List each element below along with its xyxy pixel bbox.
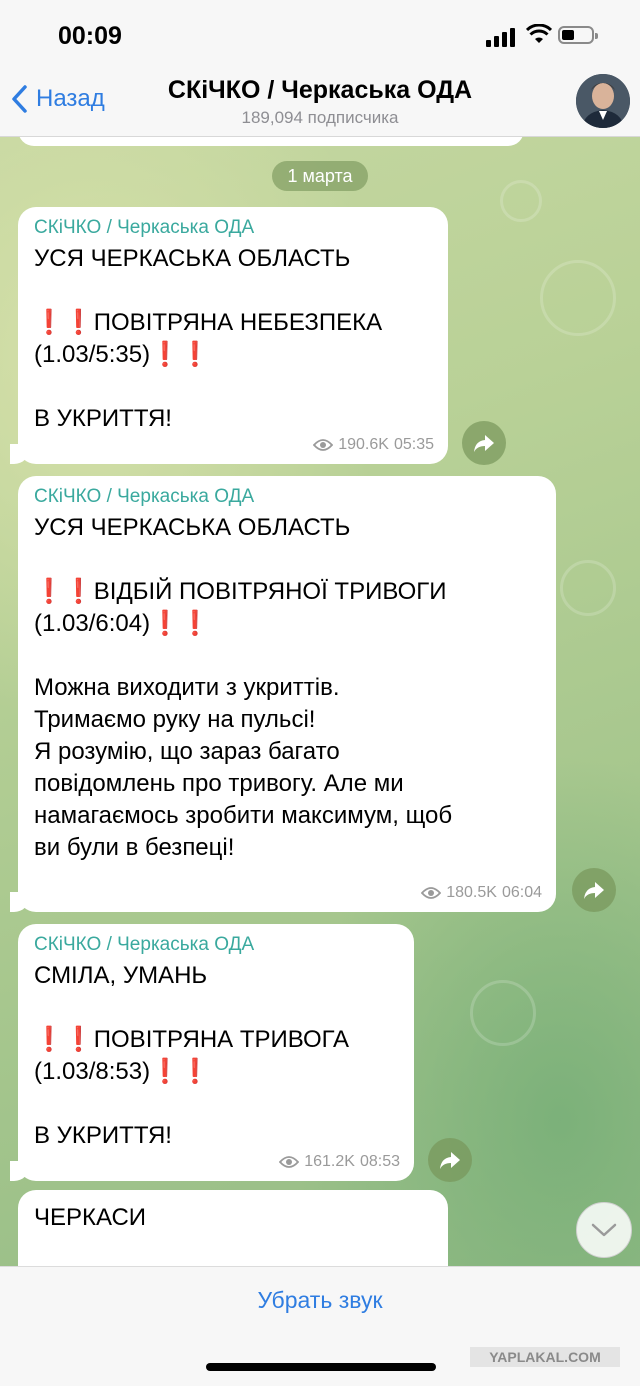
background-doodle: [470, 980, 536, 1046]
message-tail-text: В УКРИТТЯ!: [34, 1122, 172, 1149]
back-chevron-icon: [12, 85, 27, 113]
view-count: 190.6K: [338, 436, 389, 453]
exclamation-emoji: ❗❗: [150, 610, 210, 637]
exclamation-emoji: ❗❗: [34, 578, 94, 605]
message-meta: 190.6K 05:35: [313, 436, 434, 454]
background-doodle: [500, 180, 542, 222]
back-label: Назад: [36, 85, 105, 112]
alert-text: ПОВІТРЯНА ТРИВОГА: [93, 1026, 350, 1053]
nav-bar: Назад СКіЧКО / Черкаська ОДА 189,094 под…: [0, 70, 640, 137]
bubble-tail: [10, 444, 30, 464]
alert-stamp: (1.03/6:04): [34, 610, 151, 637]
alert-text: ВІДБІЙ ПОВІТРЯНОЇ ТРИВОГИ: [93, 578, 447, 605]
message-author[interactable]: СКіЧКО / Черкаська ОДА: [34, 486, 542, 508]
view-count: 180.5K: [446, 884, 497, 901]
eye-icon: [313, 439, 334, 451]
share-button[interactable]: [462, 421, 506, 465]
status-bar: 00:09: [0, 0, 640, 70]
message-bubble[interactable]: СКіЧКО / Черкаська ОДА СМІЛА, УМАНЬ ❗❗ПО…: [10, 924, 414, 1181]
view-count: 161.2K: [304, 1153, 355, 1170]
message-time: 05:35: [393, 436, 434, 453]
battery-icon: [558, 26, 598, 44]
watermark: YAPLAKAL.COM: [470, 1347, 620, 1367]
alert-stamp: (1.03/8:53): [34, 1058, 151, 1085]
message-author[interactable]: СКіЧКО / Черкаська ОДА: [34, 217, 434, 239]
subscriber-count: 189,094 подписчика: [241, 108, 399, 127]
channel-header[interactable]: СКіЧКО / Черкаська ОДА 189,094 подписчик…: [140, 76, 500, 128]
status-time: 00:09: [58, 22, 122, 50]
region-line: УСЯ ЧЕРКАСЬКА ОБЛАСТЬ: [34, 514, 351, 541]
mute-button[interactable]: Убрать звук: [0, 1287, 640, 1314]
date-separator: 1 марта: [272, 161, 368, 191]
bubble-tail: [10, 1161, 30, 1181]
alert-stamp: (1.03/5:35): [34, 341, 151, 368]
home-indicator[interactable]: [206, 1363, 436, 1371]
message-text: УСЯ ЧЕРКАСЬКА ОБЛАСТЬ ❗❗ПОВІТРЯНА НЕБЕЗП…: [34, 243, 434, 435]
exclamation-emoji: ❗❗: [34, 1026, 94, 1053]
message-tail-text: В УКРИТТЯ!: [34, 405, 172, 432]
back-button[interactable]: Назад: [10, 84, 105, 114]
message-bubble[interactable]: СКіЧКО / Черкаська ОДА УСЯ ЧЕРКАСЬКА ОБЛ…: [10, 207, 448, 464]
message-meta: 180.5K 06:04: [421, 884, 542, 902]
message-meta: 161.2K 08:53: [279, 1153, 400, 1171]
wifi-icon: [526, 24, 552, 43]
region-line: СМІЛА, УМАНЬ: [34, 962, 208, 989]
share-button[interactable]: [572, 868, 616, 912]
share-icon: [474, 435, 494, 452]
message-text: УСЯ ЧЕРКАСЬКА ОБЛАСТЬ ❗❗ВІДБІЙ ПОВІТРЯНО…: [34, 512, 542, 864]
message-text: ЧЕРКАСИ: [34, 1204, 147, 1231]
background-doodle: [560, 560, 616, 616]
message-author[interactable]: СКіЧКО / Черкаська ОДА: [34, 934, 400, 956]
share-icon: [440, 1152, 460, 1169]
eye-icon: [279, 1156, 300, 1168]
exclamation-emoji: ❗❗: [150, 341, 210, 368]
message-bubble[interactable]: СКіЧКО / Черкаська ОДА УСЯ ЧЕРКАСЬКА ОБЛ…: [10, 476, 556, 912]
region-line: УСЯ ЧЕРКАСЬКА ОБЛАСТЬ: [34, 245, 351, 272]
exclamation-emoji: ❗❗: [34, 309, 94, 336]
message-tail-text: Можна виходити з укриттів. Тримаємо руку…: [34, 674, 453, 861]
exclamation-emoji: ❗❗: [150, 1058, 210, 1085]
eye-icon: [421, 887, 442, 899]
chevron-down-icon: [591, 1223, 617, 1237]
channel-avatar[interactable]: [576, 74, 630, 128]
bottom-bar: Убрать звук YAPLAKAL.COM: [0, 1266, 640, 1386]
bubble-tail: [10, 892, 30, 912]
message-text: СМІЛА, УМАНЬ ❗❗ПОВІТРЯНА ТРИВОГА (1.03/8…: [34, 960, 400, 1152]
message-time: 06:04: [501, 884, 542, 901]
avatar-photo: [576, 74, 630, 128]
scroll-to-bottom-button[interactable]: [576, 1202, 632, 1258]
background-doodle: [540, 260, 616, 336]
message-time: 08:53: [359, 1153, 400, 1170]
share-icon: [584, 882, 604, 899]
channel-title: СКіЧКО / Черкаська ОДА: [167, 76, 473, 104]
share-button[interactable]: [428, 1138, 472, 1182]
alert-text: ПОВІТРЯНА НЕБЕЗПЕКА: [93, 309, 383, 336]
signal-icon: [486, 28, 515, 47]
